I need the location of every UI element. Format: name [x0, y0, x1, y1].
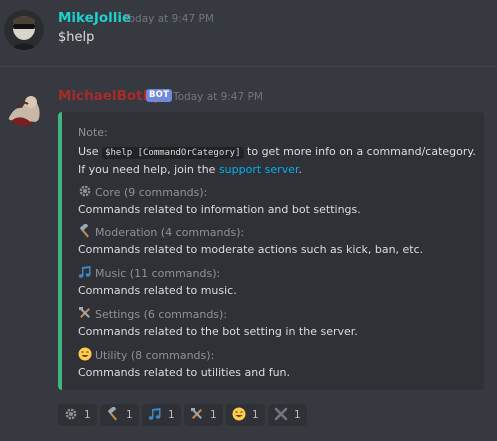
- field-value-moderation: Commands related to moderate actions suc…: [78, 243, 424, 256]
- field-value-music: Commands related to music.: [78, 284, 237, 297]
- reaction-count: 1: [126, 409, 133, 421]
- field-name-settings: Settings (6 commands):: [78, 306, 227, 324]
- embed-note-title: Note:: [78, 126, 108, 139]
- message-timestamp: Today at 9:47 PM: [124, 13, 214, 25]
- smile-icon: [232, 406, 246, 425]
- field-value-settings: Commands related to the bot setting in t…: [78, 325, 358, 338]
- tools-icon: [78, 306, 92, 324]
- reaction-count: 1: [168, 409, 175, 421]
- field-value-core: Commands related to information and bot …: [78, 203, 361, 216]
- avatar-mikejollie[interactable]: [4, 10, 44, 50]
- reaction-hammer[interactable]: 1: [100, 404, 139, 426]
- message-timestamp: Today at 9:47 PM: [173, 91, 263, 103]
- avatar-michaelbotpy-image: [4, 86, 44, 126]
- field-name-moderation: Moderation (4 commands):: [78, 223, 244, 242]
- reaction-count: 1: [84, 409, 91, 421]
- help-prefix: If you need help, join the: [78, 163, 216, 176]
- gear-icon: [64, 406, 78, 425]
- reaction-count: 1: [210, 409, 217, 421]
- note-suffix: to get more info on a command/category.: [247, 145, 476, 158]
- inline-code: $help [CommandOrCategory]: [102, 147, 244, 159]
- music-note-icon: [148, 406, 162, 425]
- music-note-icon: [78, 265, 92, 283]
- reaction-close[interactable]: 1: [268, 404, 307, 426]
- field-value-utility: Commands related to utilities and fun.: [78, 366, 291, 379]
- reaction-tools[interactable]: 1: [184, 404, 223, 426]
- field-name-core: Core (9 commands):: [78, 184, 207, 202]
- help-embed: Note: Use $help [CommandOrCategory] to g…: [58, 112, 484, 390]
- bot-badge: BOT: [146, 89, 173, 102]
- support-server-link[interactable]: support server: [219, 163, 299, 176]
- note-prefix: Use: [78, 145, 99, 158]
- help-suffix: .: [298, 163, 303, 176]
- avatar-mikejollie-image: [4, 10, 44, 50]
- hammer-icon: [106, 405, 120, 425]
- embed-help-line: If you need help, join the support serve…: [78, 162, 302, 177]
- reaction-music[interactable]: 1: [142, 404, 181, 426]
- avatar-michaelbotpy[interactable]: [4, 86, 44, 126]
- reaction-count: 1: [294, 409, 301, 421]
- reaction-gear[interactable]: 1: [58, 404, 97, 426]
- tools-icon: [190, 406, 204, 425]
- reaction-smile[interactable]: 1: [226, 404, 265, 426]
- embed-note-usage: Use $help [CommandOrCategory] to get mor…: [78, 144, 476, 161]
- gear-icon: [78, 184, 92, 202]
- reaction-count: 1: [252, 409, 259, 421]
- smile-icon: [78, 347, 92, 365]
- message-content: $help: [58, 30, 95, 45]
- hammer-icon: [78, 223, 92, 242]
- username-mikejollie[interactable]: MikeJollie: [58, 10, 131, 26]
- close-x-icon: [274, 406, 288, 425]
- message-divider: [0, 66, 497, 67]
- field-name-utility: Utility (8 commands):: [78, 347, 214, 365]
- field-name-music: Music (11 commands):: [78, 265, 220, 283]
